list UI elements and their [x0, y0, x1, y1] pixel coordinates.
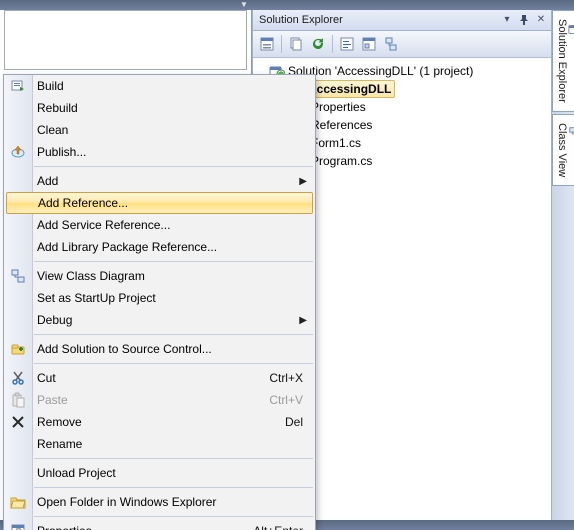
designer-view-icon[interactable]: [359, 34, 379, 54]
side-tab-solution-explorer[interactable]: Solution Explorer: [552, 10, 574, 112]
menu-item-shortcut: Del: [285, 415, 303, 429]
solution-explorer-icon: [568, 22, 574, 36]
menu-item-cut[interactable]: Cut Ctrl+X: [4, 367, 315, 389]
menu-item-label: Rename: [37, 437, 315, 451]
menu-separator: [34, 334, 313, 335]
menu-item-debug[interactable]: Debug ▶: [4, 309, 315, 331]
menu-item-label: Remove: [37, 415, 285, 429]
open-folder-icon: [8, 492, 28, 512]
publish-icon: [8, 142, 28, 162]
menu-item-label: Paste: [37, 393, 269, 407]
toolbar-separator: [281, 35, 282, 53]
menu-item-label: Add Library Package Reference...: [37, 240, 315, 254]
menu-item-view-class-diagram[interactable]: View Class Diagram: [4, 265, 315, 287]
remove-icon: [8, 412, 28, 432]
menu-item-clean[interactable]: Clean: [4, 119, 315, 141]
menu-item-label: Add Solution to Source Control...: [37, 342, 315, 356]
tree-item-label: References: [311, 116, 372, 134]
class-diagram-icon[interactable]: [381, 34, 401, 54]
menu-item-label: Clean: [37, 123, 315, 137]
menu-item-add-solution-to-source-control[interactable]: Add Solution to Source Control...: [4, 338, 315, 360]
paste-icon: [8, 390, 28, 410]
menu-item-shortcut: Ctrl+X: [269, 371, 303, 385]
menu-item-unload-project[interactable]: Unload Project: [4, 462, 315, 484]
menu-item-add[interactable]: Add ▶: [4, 170, 315, 192]
class-diagram-icon: [8, 266, 28, 286]
menu-item-paste: Paste Ctrl+V: [4, 389, 315, 411]
menu-item-label: Publish...: [37, 145, 315, 159]
menu-item-build[interactable]: Build: [4, 75, 315, 97]
menu-item-add-service-reference[interactable]: Add Service Reference...: [4, 214, 315, 236]
menu-separator: [34, 261, 313, 262]
source-control-icon: [8, 339, 28, 359]
menu-item-remove[interactable]: Remove Del: [4, 411, 315, 433]
submenu-arrow-icon: ▶: [299, 315, 307, 326]
menu-item-shortcut: Ctrl+V: [269, 393, 303, 407]
menu-separator: [34, 458, 313, 459]
tree-item-label: Form1.cs: [311, 134, 361, 152]
menu-item-label: Debug: [37, 313, 315, 327]
menu-item-rebuild[interactable]: Rebuild: [4, 97, 315, 119]
menu-item-label: Add Reference...: [38, 196, 312, 210]
menu-item-open-folder-in-windows-explorer[interactable]: Open Folder in Windows Explorer: [4, 491, 315, 513]
menu-item-add-library-package-reference[interactable]: Add Library Package Reference...: [4, 236, 315, 258]
menu-item-publish[interactable]: Publish...: [4, 141, 315, 163]
menu-item-label: Set as StartUp Project: [37, 291, 315, 305]
properties-icon: [8, 521, 28, 530]
menu-item-set-as-startup-project[interactable]: Set as StartUp Project: [4, 287, 315, 309]
tree-item-label: Program.cs: [311, 152, 372, 170]
side-tab-strip: Solution Explorer Class View: [551, 10, 574, 520]
menu-separator: [34, 363, 313, 364]
panel-toolbar: [253, 31, 553, 58]
code-view-icon[interactable]: [337, 34, 357, 54]
menu-separator: [34, 487, 313, 488]
properties-icon[interactable]: [257, 34, 277, 54]
panel-title-label: Solution Explorer: [259, 10, 343, 30]
panel-pin-icon[interactable]: [516, 12, 532, 28]
menu-item-label: Build: [37, 79, 315, 93]
submenu-arrow-icon: ▶: [299, 176, 307, 187]
project-label: AccessingDLL: [304, 80, 395, 98]
menu-item-properties[interactable]: Properties Alt+Enter: [4, 520, 315, 530]
side-tab-class-view[interactable]: Class View: [552, 114, 574, 186]
menu-item-rename[interactable]: Rename: [4, 433, 315, 455]
project-context-menu: Build Rebuild Clean Publish... Add ▶ Add…: [3, 74, 316, 530]
menu-item-label: Properties: [37, 524, 253, 530]
side-tab-label: Class View: [556, 123, 568, 177]
menu-item-label: View Class Diagram: [37, 269, 315, 283]
menu-item-add-reference[interactable]: Add Reference...: [6, 192, 313, 214]
panel-title-bar[interactable]: Solution Explorer ▾ ✕: [253, 10, 553, 31]
side-tab-label: Solution Explorer: [556, 19, 568, 103]
menu-item-label: Cut: [37, 371, 269, 385]
panel-menu-dropdown-icon[interactable]: ▾: [499, 12, 515, 28]
show-all-files-icon[interactable]: [286, 34, 306, 54]
menu-separator: [34, 516, 313, 517]
top-frame-band: ▼: [0, 0, 574, 10]
menu-item-label: Open Folder in Windows Explorer: [37, 495, 315, 509]
menu-item-shortcut: Alt+Enter: [253, 524, 303, 530]
tree-item-label: Properties: [311, 98, 366, 116]
toolbar-separator: [332, 35, 333, 53]
panel-close-icon[interactable]: ✕: [533, 12, 549, 28]
menu-item-label: Rebuild: [37, 101, 315, 115]
menu-separator: [34, 166, 313, 167]
editor-canvas[interactable]: [4, 10, 247, 70]
editor-area: [0, 10, 252, 74]
build-icon: [8, 76, 28, 96]
refresh-icon[interactable]: [308, 34, 328, 54]
cut-icon: [8, 368, 28, 388]
class-view-icon: [568, 126, 574, 140]
top-frame-dropdown-icon[interactable]: ▼: [238, 0, 250, 10]
menu-item-label: Add: [37, 174, 315, 188]
menu-item-label: Add Service Reference...: [37, 218, 315, 232]
menu-item-label: Unload Project: [37, 466, 315, 480]
